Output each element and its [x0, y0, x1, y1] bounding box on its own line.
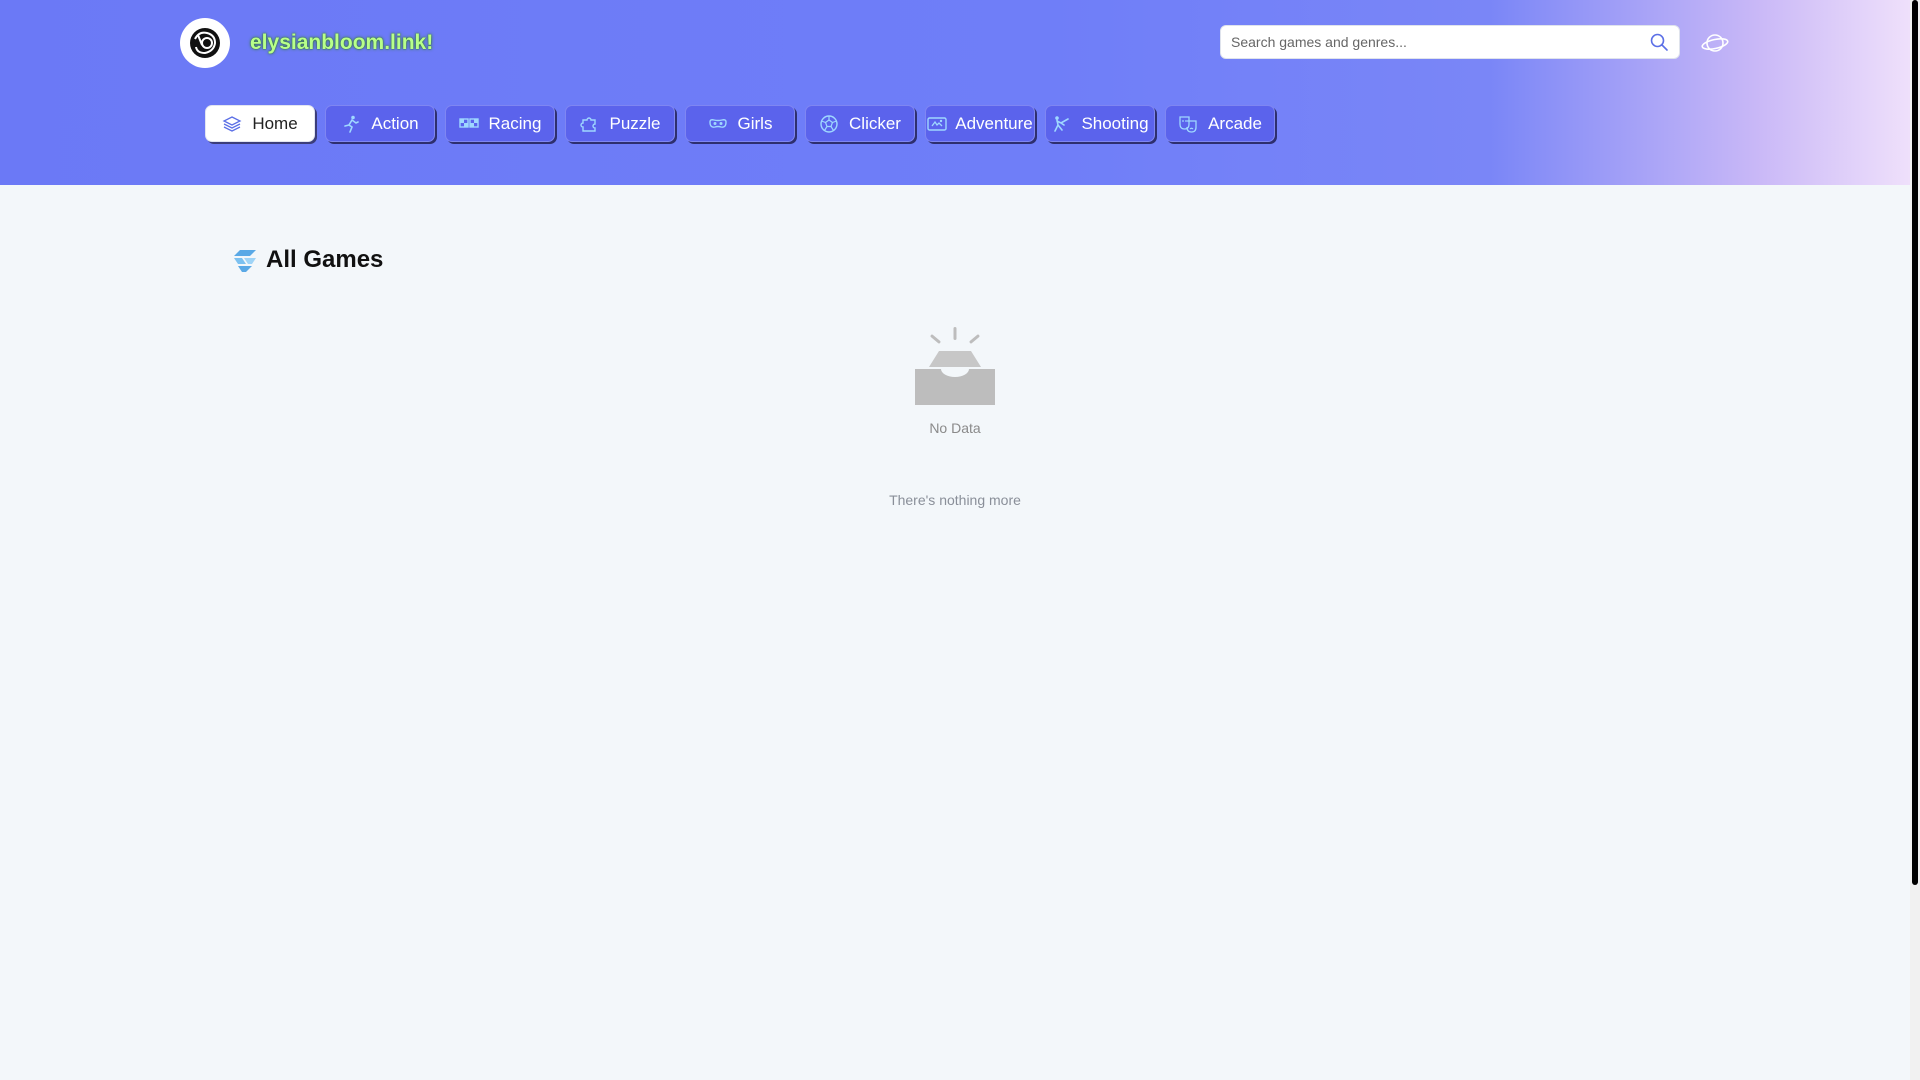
language-button[interactable] — [1700, 28, 1730, 58]
nav-label: Clicker — [849, 113, 901, 133]
nav-clicker[interactable]: Clicker — [805, 105, 915, 142]
site-name[interactable]: elysianbloom.link! — [250, 31, 433, 55]
ticket-icon — [927, 114, 947, 134]
blocks-icon — [234, 250, 256, 272]
page-title: All Games — [266, 246, 384, 273]
empty-text: No Data — [929, 420, 981, 436]
puzzle-icon — [579, 114, 599, 134]
nav-adventure[interactable]: Adventure — [925, 105, 1035, 142]
nav-girls[interactable]: Girls — [685, 105, 795, 142]
nav-label: Girls — [737, 113, 773, 133]
search-bar — [1220, 25, 1680, 59]
runner-icon — [341, 114, 361, 134]
mask-icon — [708, 114, 728, 134]
nav-label: Action — [371, 113, 419, 133]
site-logo-link[interactable]: elysianbloom.link! — [180, 18, 433, 68]
masks-icon — [1178, 114, 1198, 134]
nav-label: Arcade — [1208, 113, 1262, 133]
empty-state: No Data — [915, 327, 995, 436]
section-header: All Games — [232, 246, 383, 274]
nav-puzzle[interactable]: Puzzle — [565, 105, 675, 142]
scrollbar-thumb[interactable] — [1912, 0, 1918, 885]
header: elysianbloom.link! Home Action — [0, 0, 1910, 185]
search-icon — [1650, 33, 1668, 51]
logo-icon — [180, 18, 230, 68]
empty-inbox-icon — [915, 327, 995, 405]
nav-label: Shooting — [1081, 113, 1149, 133]
nav-label: Home — [252, 113, 298, 133]
end-of-list-text: There's nothing more — [889, 492, 1021, 508]
search-input[interactable] — [1221, 34, 1639, 50]
nav-racing[interactable]: Racing — [445, 105, 555, 142]
nav-label: Racing — [488, 113, 542, 133]
layers-icon — [222, 114, 242, 134]
race-flag-icon — [458, 114, 479, 134]
nav-home[interactable]: Home — [205, 105, 315, 142]
nav-arcade[interactable]: Arcade — [1165, 105, 1275, 142]
nav-label: Puzzle — [609, 113, 661, 133]
nav-action[interactable]: Action — [325, 105, 435, 142]
nav-shooting[interactable]: Shooting — [1045, 105, 1155, 142]
category-nav: Home Action Racing Puzzle Girls Clicker … — [205, 105, 1275, 142]
ball-icon — [819, 114, 839, 134]
shooter-icon — [1051, 114, 1071, 134]
nav-label: Adventure — [955, 113, 1033, 133]
search-button[interactable] — [1639, 25, 1679, 59]
planet-icon — [1701, 34, 1729, 52]
